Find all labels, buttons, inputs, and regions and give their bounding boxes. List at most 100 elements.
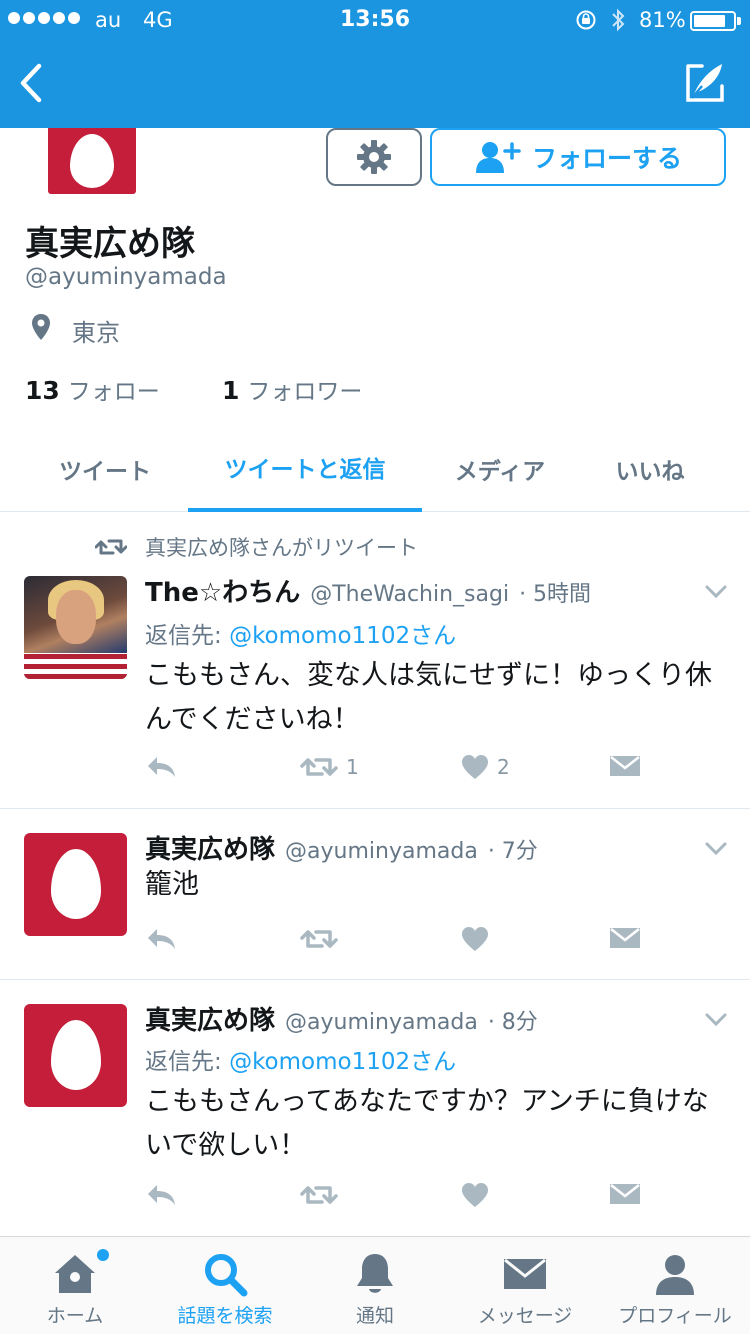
- retweet-button[interactable]: [300, 1182, 338, 1208]
- compose-tweet-icon: [686, 64, 724, 102]
- chevron-down-icon[interactable]: [704, 584, 728, 600]
- tweet-timestamp: · 5時間: [519, 582, 592, 607]
- tweet-header: The☆わちん @TheWachin_sagi · 5時間: [145, 572, 591, 609]
- profile-tabs: ツイート ツイートと返信 メディア いいね: [0, 426, 750, 512]
- tweet-header: 真実広め隊 @ayuminyamada · 7分: [145, 829, 538, 866]
- chevron-left-icon: [20, 63, 42, 103]
- tab-tweets[interactable]: ツイート: [25, 426, 185, 512]
- chevron-down-icon[interactable]: [704, 841, 728, 857]
- retweet-count: 1: [346, 755, 359, 779]
- direct-message-button[interactable]: [609, 754, 641, 778]
- tweet-text: こももさんってあなたですか？アンチに負けないで欲しい！: [145, 1086, 709, 1161]
- location-pin-icon: [32, 314, 50, 340]
- tweet-author-avatar[interactable]: [24, 576, 127, 679]
- follow-button[interactable]: フォローする: [430, 128, 726, 186]
- like-button[interactable]: 2: [461, 754, 510, 780]
- settings-button[interactable]: [326, 128, 422, 186]
- tweet-author-avatar[interactable]: [24, 1004, 127, 1107]
- person-icon: [656, 1255, 694, 1295]
- back-button[interactable]: [10, 58, 50, 108]
- egg-avatar-icon: [51, 1020, 101, 1090]
- tweet-text: 籠池: [145, 869, 199, 900]
- heart-icon: [462, 755, 488, 779]
- tweet-timestamp: · 7分: [487, 839, 538, 864]
- reply-mention-link[interactable]: @komomo1102さん: [229, 1049, 456, 1075]
- retweet-button[interactable]: 1: [300, 754, 359, 780]
- add-user-icon: [475, 142, 521, 173]
- tweet-item[interactable]: 真実広め隊 @ayuminyamada · 8分 返信先: @komomo110…: [0, 980, 750, 1236]
- like-count: 2: [497, 755, 510, 779]
- reply-button[interactable]: [145, 754, 177, 780]
- like-button[interactable]: [461, 1182, 489, 1208]
- tweet-author-handle: @ayuminyamada: [285, 839, 478, 864]
- egg-avatar-icon: [51, 849, 101, 919]
- tweet-item[interactable]: 真実広め隊さんがリツイート The☆わちん @TheWachin_sagi · …: [0, 512, 750, 809]
- reply-context: 返信先: @komomo1102さん: [145, 616, 456, 650]
- envelope-icon: [610, 756, 640, 776]
- reply-button[interactable]: [145, 1182, 177, 1208]
- heart-icon: [462, 1183, 488, 1207]
- reply-button[interactable]: [145, 926, 177, 952]
- envelope-icon: [504, 1258, 546, 1289]
- tabbar-search[interactable]: 話題を検索: [150, 1237, 300, 1334]
- reply-prefix: 返信先:: [145, 1049, 230, 1075]
- bluetooth-icon: [612, 8, 625, 32]
- tabbar-profile[interactable]: プロフィール: [600, 1237, 750, 1334]
- followers-count-link[interactable]: 1 フォロワー: [222, 372, 362, 406]
- reply-icon: [148, 929, 175, 949]
- heart-icon: [462, 927, 488, 951]
- tweet-actions: [145, 926, 705, 960]
- tweet-author-name[interactable]: 真実広め隊: [145, 829, 275, 866]
- direct-message-button[interactable]: [609, 1182, 641, 1206]
- tab-media[interactable]: メディア: [430, 426, 570, 512]
- app-header: au 4G 13:56 81%: [0, 0, 750, 128]
- tweet-author-name[interactable]: The☆わちん: [145, 572, 300, 609]
- bottom-tab-bar: ホーム 話題を検索 通知 メッセージ プロフィール: [0, 1236, 750, 1334]
- retweet-context: 真実広め隊さんがリツイート: [95, 532, 418, 562]
- tabbar-messages[interactable]: メッセージ: [450, 1237, 600, 1334]
- tab-tweets-and-replies[interactable]: ツイートと返信: [188, 426, 422, 512]
- tab-likes[interactable]: いいね: [580, 426, 720, 512]
- battery-icon: [690, 11, 736, 31]
- retweeted-by-label: 真実広め隊さんがリツイート: [145, 536, 418, 560]
- retweet-icon: [300, 1186, 338, 1204]
- tabbar-home[interactable]: ホーム: [0, 1237, 150, 1334]
- home-icon: [55, 1255, 95, 1293]
- retweet-button[interactable]: [300, 926, 338, 952]
- tweet-author-avatar[interactable]: [24, 833, 127, 936]
- follow-button-label: フォローする: [531, 144, 682, 173]
- reply-prefix: 返信先:: [145, 623, 230, 649]
- gear-icon: [357, 140, 391, 174]
- chevron-down-icon[interactable]: [704, 1012, 728, 1028]
- tweet-timestamp: · 8分: [487, 1010, 538, 1035]
- following-count-link[interactable]: 13 フォロー: [25, 372, 160, 406]
- tabbar-messages-label: メッセージ: [477, 1305, 573, 1327]
- tweet-author-handle: @ayuminyamada: [285, 1010, 478, 1035]
- egg-avatar-icon: [70, 134, 114, 188]
- followers-count: 1: [222, 376, 240, 405]
- like-button[interactable]: [461, 926, 489, 952]
- tweet-author-name[interactable]: 真実広め隊: [145, 1000, 275, 1037]
- reply-mention-link[interactable]: @komomo1102さん: [229, 623, 456, 649]
- tabbar-notifications[interactable]: 通知: [300, 1237, 450, 1334]
- direct-message-button[interactable]: [609, 926, 641, 950]
- reply-context: 返信先: @komomo1102さん: [145, 1042, 456, 1076]
- reply-icon: [148, 757, 175, 777]
- profile-avatar[interactable]: [48, 128, 136, 194]
- profile-handle: @ayuminyamada: [25, 264, 227, 290]
- new-content-dot: [97, 1249, 109, 1261]
- retweet-icon: [95, 539, 127, 555]
- envelope-icon: [610, 1184, 640, 1204]
- tweet-actions: [145, 1182, 705, 1216]
- status-time: 13:56: [339, 7, 411, 32]
- tabbar-notifications-label: 通知: [355, 1305, 394, 1327]
- compose-tweet-button[interactable]: [680, 58, 730, 108]
- followers-label: フォロワー: [247, 379, 363, 405]
- tabbar-profile-label: プロフィール: [618, 1305, 732, 1327]
- tweet-item[interactable]: 真実広め隊 @ayuminyamada · 7分 籠池: [0, 809, 750, 980]
- tweet-author-handle: @TheWachin_sagi: [310, 582, 510, 607]
- profile-location: 東京: [72, 319, 120, 347]
- tabbar-search-label: 話題を検索: [177, 1305, 273, 1327]
- status-bar: au 4G 13:56 81%: [0, 0, 750, 40]
- envelope-icon: [610, 928, 640, 948]
